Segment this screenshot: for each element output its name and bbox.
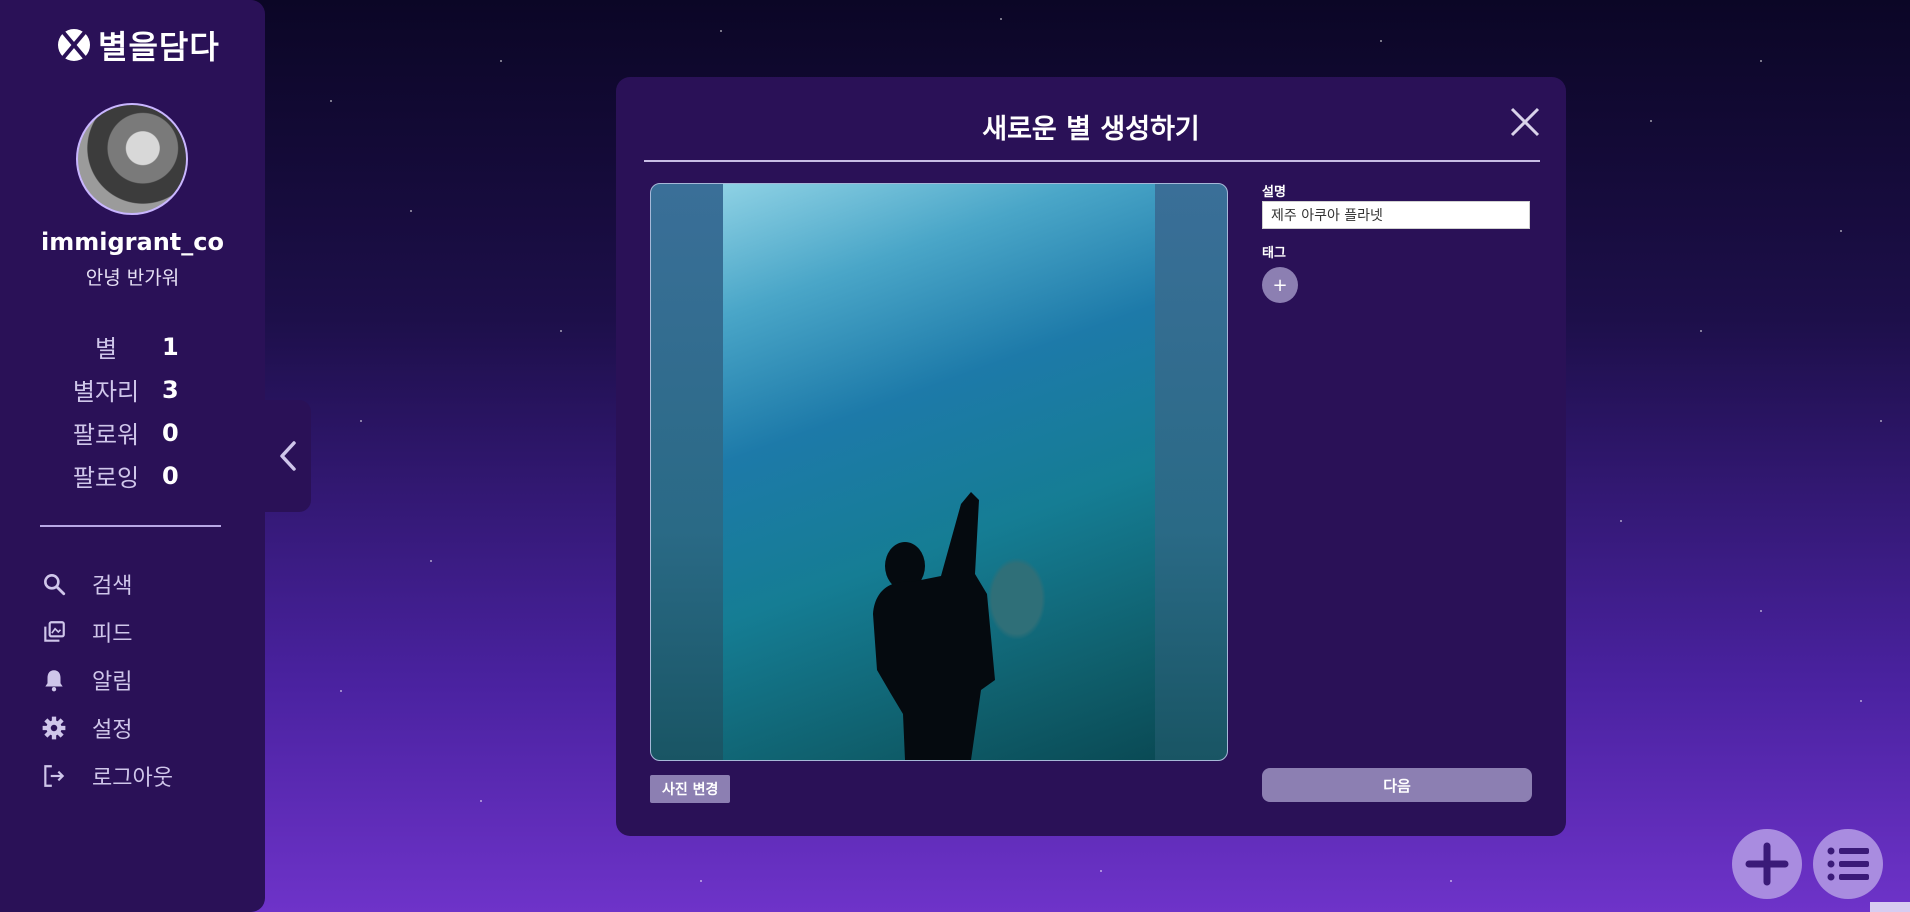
sidebar-divider [40,525,221,527]
create-star-modal: 새로운 별 생성하기 사진 변경 설명 태그 + 다음 [616,77,1566,836]
stat-label: 별자리 [72,378,140,406]
plus-icon [1745,842,1789,886]
stat-label: 팔로잉 [72,464,140,492]
stat-followers[interactable]: 팔로워 0 [50,411,200,454]
stat-value: 3 [162,375,179,404]
nav-item-label: 알림 [92,670,133,695]
nav-item-label: 피드 [92,622,133,647]
logo[interactable]: 별을담다 [58,22,220,68]
nav-item-feed[interactable]: 피드 [40,608,173,656]
gear-icon [40,714,68,742]
close-icon [1510,107,1540,137]
description-input[interactable] [1262,201,1530,229]
sidebar: 별을담다 immigrant_co 안녕 반가워 별 1 별자리 3 팔로워 0… [0,0,265,912]
nav-item-search[interactable]: 검색 [40,560,173,608]
nav-item-label: 설정 [92,718,133,743]
change-photo-button[interactable]: 사진 변경 [650,775,731,803]
modal-divider [644,160,1540,162]
logout-icon [40,762,68,790]
next-button[interactable]: 다음 [1262,768,1532,802]
username: immigrant_co [41,228,224,256]
nav-item-settings[interactable]: 설정 [40,704,173,752]
person-silhouette [873,492,995,760]
search-icon [40,570,68,598]
stat-following[interactable]: 팔로잉 0 [50,454,200,497]
photo-preview [650,183,1228,761]
create-star-fab[interactable] [1732,829,1802,899]
chevron-left-icon [280,441,296,471]
sidebar-collapse-button[interactable] [265,400,311,512]
list-icon [1827,847,1869,881]
list-fab[interactable] [1813,829,1883,899]
stat-stars[interactable]: 별 1 [50,325,200,368]
nav-item-label: 로그아웃 [92,766,173,791]
aquarium-photo [723,184,1155,760]
stat-value: 0 [162,418,179,447]
feed-icon [40,618,68,646]
logo-icon [58,29,90,61]
stat-value: 1 [162,332,179,361]
stat-label: 팔로워 [72,421,140,449]
add-tag-button[interactable]: + [1262,267,1298,303]
nav-item-notifications[interactable]: 알림 [40,656,173,704]
stat-value: 0 [162,461,179,490]
bio: 안녕 반가워 [85,267,180,289]
avatar[interactable] [76,103,188,215]
corner-widget [1870,902,1910,912]
nav-item-logout[interactable]: 로그아웃 [40,752,173,800]
modal-title: 새로운 별 생성하기 [982,114,1200,145]
stat-constellations[interactable]: 별자리 3 [50,368,200,411]
tag-label: 태그 [1262,246,1286,261]
nav-item-label: 검색 [92,574,133,599]
logo-text: 별을담다 [98,28,220,66]
description-label: 설명 [1262,185,1286,200]
bell-icon [40,666,68,694]
close-button[interactable] [1508,105,1542,139]
sidebar-nav: 검색 피드 알림 설정 로그아웃 [40,560,173,800]
stat-label: 별 [94,335,118,363]
profile-stats: 별 1 별자리 3 팔로워 0 팔로잉 0 [50,325,200,497]
